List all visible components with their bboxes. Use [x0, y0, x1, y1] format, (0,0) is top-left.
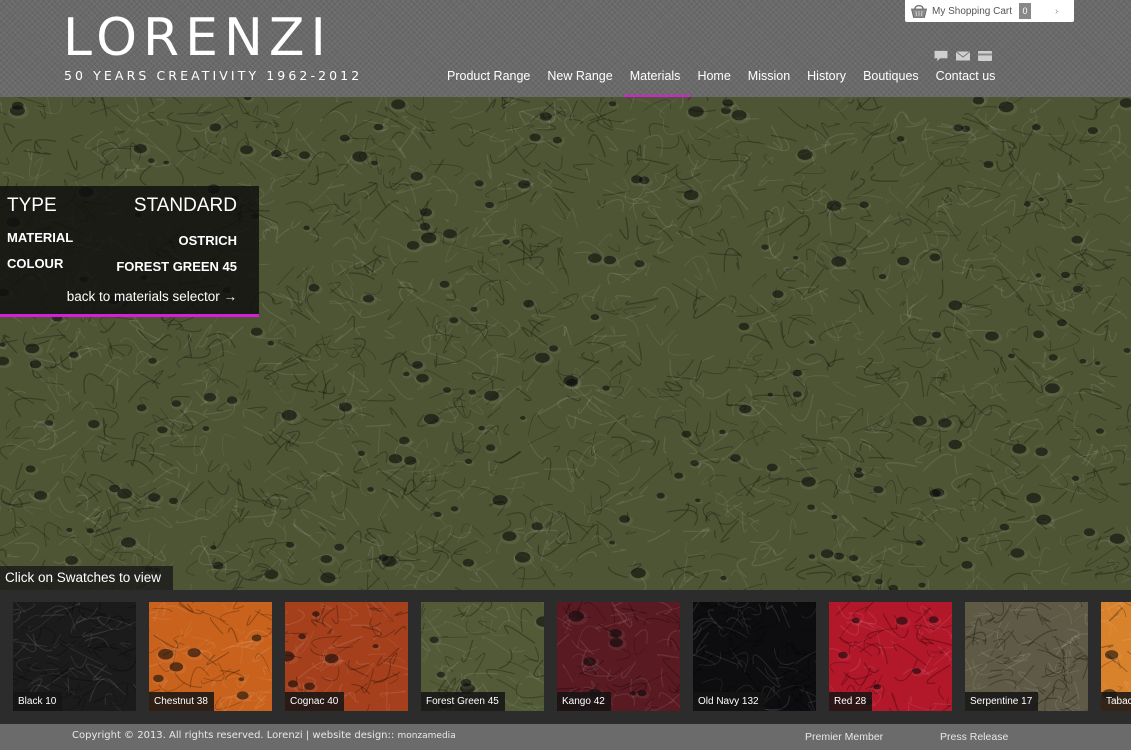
ostrich-texture	[0, 97, 1131, 590]
footer: Copyright © 2013. All rights reserved. L…	[0, 724, 1131, 750]
premier-member-link[interactable]: Premier Member	[805, 731, 883, 743]
nav-item-materials[interactable]: Materials	[623, 68, 692, 99]
swatch-hint: Click on Swatches to view	[0, 566, 174, 590]
material-label: MATERIAL	[7, 230, 74, 245]
material-info-panel: TYPE STANDARD MATERIAL OSTRICH COLOUR FO…	[0, 186, 259, 317]
nav-item-new-range[interactable]: New Range	[547, 68, 612, 84]
basket-icon	[910, 3, 928, 19]
swatch-label: Tabacco	[1101, 692, 1131, 711]
nav-item-boutiques[interactable]: Boutiques	[863, 68, 919, 84]
copyright-label: Copyright © 2013. All rights reserved. L…	[72, 730, 398, 741]
swatch-chestnut-38[interactable]: Chestnut 38	[149, 602, 272, 711]
swatch-label: Cognac 40	[285, 692, 345, 711]
comment-icon[interactable]	[933, 50, 949, 62]
swatch-old-navy-132[interactable]: Old Navy 132	[693, 602, 816, 711]
swatch-red-28[interactable]: Red 28	[829, 602, 952, 711]
swatch-serpentine-17[interactable]: Serpentine 17	[965, 602, 1088, 711]
swatch-label: Black 10	[13, 692, 63, 711]
nav-item-contact-us[interactable]: Contact us	[936, 68, 996, 84]
nav-item-home[interactable]: Home	[697, 68, 730, 84]
design-credit-link[interactable]: monzamedia	[397, 731, 455, 741]
page: LORENZI 50 YEARS CREATIVITY 1962-2012 My…	[0, 0, 1131, 750]
colour-value: FOREST GREEN 45	[116, 259, 237, 274]
cart-arrow-icon[interactable]: ›	[1055, 6, 1058, 17]
swatch-strip[interactable]: Black 10 Chestnut 38 Cognac 40 Forest Green…	[0, 590, 1131, 724]
mail-icon[interactable]	[955, 50, 971, 62]
swatch-label: Old Navy 132	[693, 692, 765, 711]
type-value: STANDARD	[133, 195, 237, 216]
shopping-cart[interactable]: My Shopping Cart 0 ›	[905, 0, 1074, 22]
swatch-black-10[interactable]: Black 10	[13, 602, 136, 711]
back-to-materials-link[interactable]: back to materials selector →	[67, 289, 237, 304]
type-label: TYPE	[7, 195, 57, 216]
swatch-label: Serpentine 17	[965, 692, 1039, 711]
copyright-text: Copyright © 2013. All rights reserved. L…	[72, 730, 456, 741]
colour-label: COLOUR	[7, 256, 64, 271]
logo-wordmark: LORENZI	[63, 8, 332, 68]
cart-count-badge: 0	[1019, 3, 1032, 19]
nav-item-product-range[interactable]: Product Range	[447, 68, 530, 84]
swatch-tabacco[interactable]: Tabacco	[1101, 602, 1131, 711]
nav-item-history[interactable]: History	[807, 68, 846, 84]
logo-tagline: 50 YEARS CREATIVITY 1962-2012	[64, 68, 363, 83]
swatch-label: Red 28	[829, 692, 873, 711]
swatch-cognac-40[interactable]: Cognac 40	[285, 602, 408, 711]
logo[interactable]: LORENZI 50 YEARS CREATIVITY 1962-2012	[63, 8, 408, 86]
main-nav: Product Range New Range Materials Home M…	[447, 68, 1012, 99]
material-value: OSTRICH	[178, 233, 238, 248]
nav-item-mission[interactable]: Mission	[748, 68, 790, 84]
header: LORENZI 50 YEARS CREATIVITY 1962-2012 My…	[0, 0, 1131, 99]
press-release-link[interactable]: Press Release	[940, 731, 1008, 743]
card-icon[interactable]	[977, 50, 993, 62]
swatch-forest-green-45[interactable]: Forest Green 45	[421, 602, 544, 711]
header-icons	[933, 50, 993, 62]
swatch-label: Chestnut 38	[149, 692, 214, 711]
swatch-label: Forest Green 45	[421, 692, 505, 711]
swatch-kango-42[interactable]: Kango 42	[557, 602, 680, 711]
leather-hero-image	[0, 97, 1131, 590]
cart-label: My Shopping Cart	[932, 5, 1013, 17]
swatch-label: Kango 42	[557, 692, 611, 711]
